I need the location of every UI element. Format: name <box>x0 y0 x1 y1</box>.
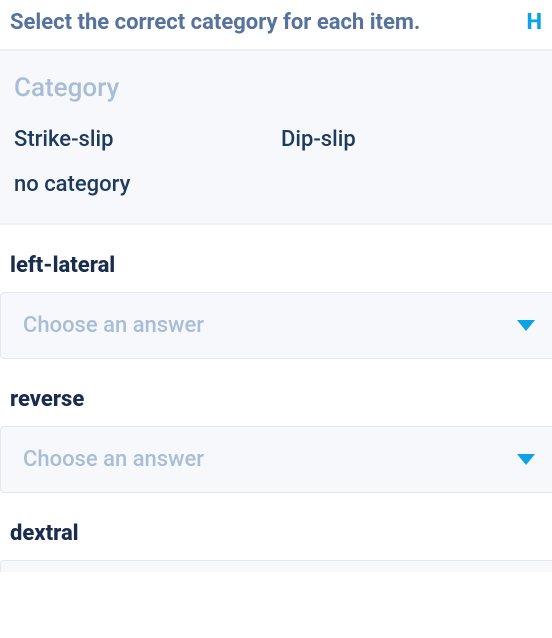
category-heading: Category <box>14 73 538 103</box>
answer-select[interactable]: Choose an answer <box>0 426 552 493</box>
category-option-dip-slip: Dip-slip <box>281 127 538 152</box>
item-block: reverse Choose an answer <box>10 387 542 493</box>
items-area: left-lateral Choose an answer reverse Ch… <box>0 253 552 572</box>
hint-button[interactable]: H <box>526 10 542 35</box>
item-label: reverse <box>10 387 542 412</box>
category-panel: Category Strike-slip Dip-slip no categor… <box>0 51 552 225</box>
category-option-no-category: no category <box>14 172 271 197</box>
item-label: dextral <box>10 521 542 546</box>
answer-select[interactable]: Choose an answer <box>0 292 552 359</box>
category-option-strike-slip: Strike-slip <box>14 127 271 152</box>
answer-select[interactable] <box>0 560 552 572</box>
select-placeholder: Choose an answer <box>23 447 204 472</box>
instruction-text: Select the correct category for each ite… <box>10 10 420 35</box>
chevron-down-icon <box>517 320 535 331</box>
item-block: dextral <box>10 521 542 572</box>
top-bar: Select the correct category for each ite… <box>0 0 552 51</box>
category-grid: Strike-slip Dip-slip no category <box>14 127 538 197</box>
item-label: left-lateral <box>10 253 542 278</box>
chevron-down-icon <box>517 454 535 465</box>
select-placeholder: Choose an answer <box>23 313 204 338</box>
item-block: left-lateral Choose an answer <box>10 253 542 359</box>
